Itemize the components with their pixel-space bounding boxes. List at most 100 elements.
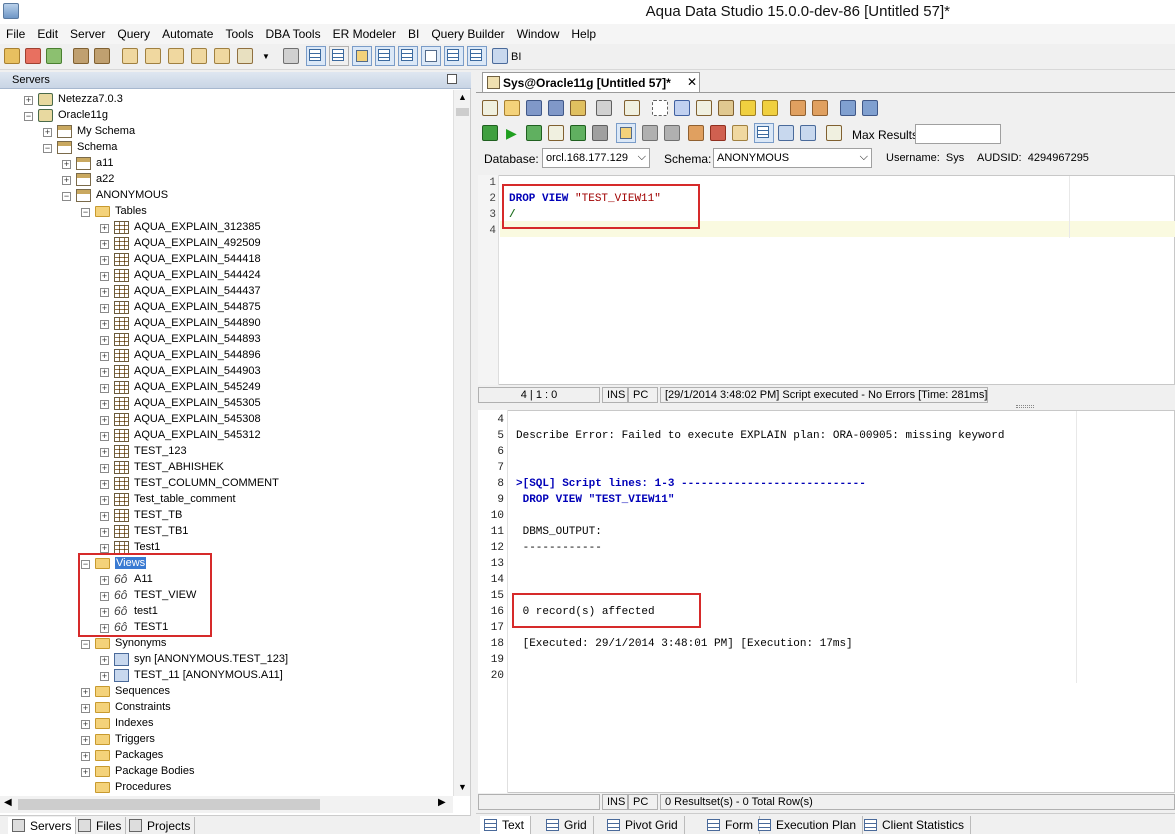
tree-node[interactable]: +6ô TEST1 [0,620,453,636]
expand-icon[interactable]: + [81,768,90,777]
expand-icon[interactable]: + [100,544,109,553]
execute-all-icon[interactable] [482,125,498,141]
tree-node[interactable]: + a22 [0,172,453,188]
menu-tools[interactable]: Tools [219,24,259,41]
expand-icon[interactable]: + [100,320,109,329]
menu-dba-tools[interactable]: DBA Tools [259,24,326,41]
results-icon[interactable] [778,125,794,141]
max-results-input[interactable] [915,124,1001,144]
script-icon[interactable] [237,48,253,64]
tree-node[interactable]: + Constraints [0,700,453,716]
layout-2-button[interactable] [329,46,349,66]
tree-horizontal-scrollbar[interactable]: ◀ ▶ [0,796,453,813]
tree-node[interactable]: +6ô A11 [0,572,453,588]
tree-node[interactable]: + syn [ANONYMOUS.TEST_123] [0,652,453,668]
tree-node[interactable]: − Tables [0,204,453,220]
tree-node[interactable]: − Oracle11g [0,108,453,124]
menu-query-builder[interactable]: Query Builder [425,24,510,41]
expand-icon[interactable]: + [62,176,71,185]
expand-icon[interactable]: + [43,128,52,137]
tree-node[interactable]: + a11 [0,156,453,172]
tree-node[interactable]: + Netezza7.0.3 [0,92,453,108]
tree-node[interactable]: + AQUA_EXPLAIN_544437 [0,284,453,300]
expand-icon[interactable]: + [100,400,109,409]
rollback-icon[interactable] [664,125,680,141]
disconnect-icon[interactable] [94,48,110,64]
menu-file[interactable]: File [0,24,31,41]
tree-node[interactable]: + AQUA_EXPLAIN_544875 [0,300,453,316]
sort-asc-icon[interactable] [840,100,856,116]
execute-icon[interactable]: ▶ [506,125,517,142]
menu-automate[interactable]: Automate [156,24,219,41]
expand-icon[interactable]: + [62,160,71,169]
stop-icon[interactable] [592,125,608,141]
layout-6-button[interactable] [421,46,441,66]
cut-icon[interactable] [674,100,690,116]
scroll-up-icon[interactable]: ▲ [458,92,467,102]
expand-icon[interactable]: + [81,736,90,745]
save-icon[interactable] [526,100,542,116]
format-icon[interactable] [624,100,640,116]
export-icon[interactable] [570,100,586,116]
tab-client-statistics[interactable]: Client Statistics [860,816,972,834]
expand-icon[interactable]: + [100,384,109,393]
expand-icon[interactable]: + [100,336,109,345]
menu-er-modeler[interactable]: ER Modeler [327,24,402,41]
tree-vertical-scrollbar[interactable]: ▲ ▼ [453,90,470,796]
expand-icon[interactable]: + [100,256,109,265]
explain-icon[interactable] [548,125,564,141]
tree-node[interactable]: + Indexes [0,716,453,732]
tree-node[interactable]: + TEST_ABHISHEK [0,460,453,476]
tab-pivot-grid[interactable]: Pivot Grid [603,816,685,834]
expand-icon[interactable]: + [100,656,109,665]
tree-node[interactable]: − ANONYMOUS [0,188,453,204]
results-layout-button[interactable] [754,123,774,143]
layout-7-button[interactable] [444,46,464,66]
delete-server-icon[interactable] [25,48,41,64]
tree-node[interactable]: + AQUA_EXPLAIN_492509 [0,236,453,252]
menu-window[interactable]: Window [511,24,566,41]
maximize-icon[interactable] [447,74,457,84]
tab-execution-plan[interactable]: Execution Plan [754,816,864,834]
paste-icon[interactable] [718,100,734,116]
save-all-icon[interactable] [548,100,564,116]
tree-node[interactable]: + Test_table_comment [0,492,453,508]
tree-node[interactable]: + AQUA_EXPLAIN_544896 [0,348,453,364]
tree-node[interactable]: + AQUA_EXPLAIN_544893 [0,332,453,348]
history-icon[interactable] [168,48,184,64]
tree-node[interactable]: +6ô TEST_VIEW [0,588,453,604]
tree-node[interactable]: + AQUA_EXPLAIN_312385 [0,220,453,236]
schema-select[interactable]: ANONYMOUS ⌵ [713,148,872,168]
expand-icon[interactable]: + [100,672,109,681]
query-document-tab[interactable]: Sys@Oracle11g [Untitled 57]* ✕ [482,72,700,92]
bi-label[interactable]: BI [511,51,521,63]
expand-icon[interactable]: + [100,432,109,441]
debug-icon[interactable] [710,125,726,141]
expand-icon[interactable]: + [100,496,109,505]
redo-icon[interactable] [762,100,778,116]
settings-icon[interactable] [732,125,748,141]
tree-node[interactable]: +6ô test1 [0,604,453,620]
expand-icon[interactable]: + [100,240,109,249]
menu-bi[interactable]: BI [402,24,425,41]
tab-servers[interactable]: Servers [8,817,77,834]
expand-icon[interactable]: + [100,448,109,457]
expand-icon[interactable]: + [100,416,109,425]
open-icon[interactable] [504,100,520,116]
tree-node[interactable]: − Views [0,556,453,572]
collapse-icon[interactable]: − [81,640,90,649]
tree-node[interactable]: + Sequences [0,684,453,700]
expand-icon[interactable]: + [100,272,109,281]
find-icon[interactable] [790,100,806,116]
menu-server[interactable]: Server [64,24,111,41]
tree-node[interactable]: + AQUA_EXPLAIN_544890 [0,316,453,332]
menu-query[interactable]: Query [111,24,156,41]
print-icon[interactable] [283,48,299,64]
menu-help[interactable]: Help [565,24,602,41]
splitter-grip-icon[interactable] [1016,405,1034,408]
scroll-left-icon[interactable]: ◀ [4,797,12,808]
undo-icon[interactable] [740,100,756,116]
tree-node[interactable]: + AQUA_EXPLAIN_544418 [0,252,453,268]
tree-node[interactable]: + AQUA_EXPLAIN_544903 [0,364,453,380]
tree-node[interactable]: + Triggers [0,732,453,748]
